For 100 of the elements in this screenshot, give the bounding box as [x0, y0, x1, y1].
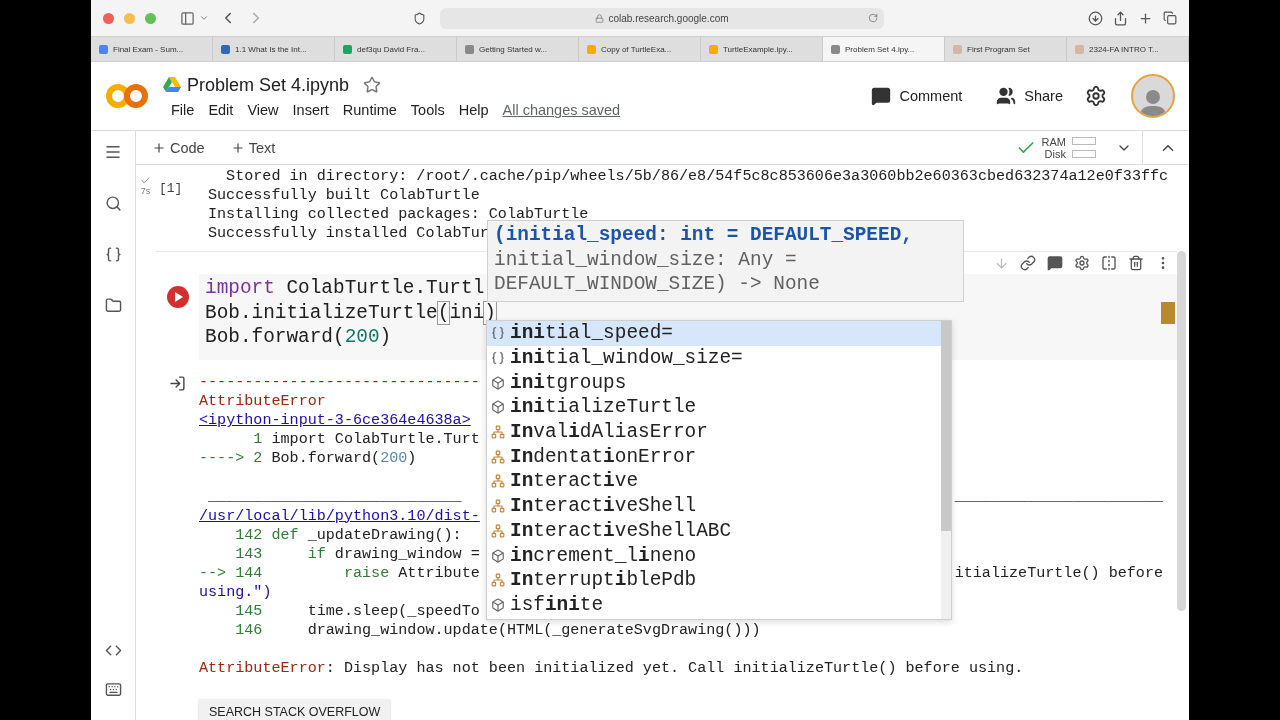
play-icon [172, 292, 183, 303]
folder-icon[interactable] [104, 297, 122, 314]
output-line: AttributeError [199, 391, 326, 412]
browser-tab[interactable]: Copy of TurtleExa... [579, 37, 701, 61]
browser-tab[interactable]: 1.1 What Is the Int... [213, 37, 335, 61]
menu-item[interactable]: Edit [208, 101, 234, 118]
output-line: Installing collected packages: ColabTurtle [208, 205, 589, 225]
tabs-overview-icon[interactable] [1163, 11, 1177, 25]
share-icon[interactable] [1113, 10, 1128, 26]
class-icon [491, 425, 505, 440]
scrollbar[interactable] [1177, 251, 1186, 611]
code-line: Bob.forward(200) [205, 325, 392, 350]
new-tab-icon[interactable] [1138, 10, 1153, 26]
output-line: ____________________________ [207, 487, 462, 507]
add-code-button[interactable]: Code [148, 137, 209, 158]
menu-item[interactable]: Insert [292, 101, 329, 118]
search-icon[interactable] [104, 195, 122, 212]
shield-icon[interactable] [413, 11, 426, 25]
browser-tab[interactable]: Getting Started w... [457, 37, 579, 61]
delete-icon[interactable] [1128, 255, 1144, 272]
output-icon[interactable] [169, 374, 186, 392]
search-stack-overflow-button[interactable]: SEARCH STACK OVERFLOW [199, 699, 391, 720]
output-line: Successfully installed ColabTur [208, 224, 489, 244]
comment-icon[interactable] [1047, 255, 1063, 272]
completion-item[interactable]: initgroups [487, 370, 941, 396]
variable-icon [491, 351, 505, 366]
ram-meter [1072, 137, 1096, 145]
tab-label: Copy of TurtleExa... [601, 44, 672, 54]
signature-active-line: (initial_speed: int = DEFAULT_SPEED, [494, 223, 914, 248]
table-of-contents-icon[interactable] [104, 143, 122, 161]
settings-icon[interactable] [1085, 85, 1107, 107]
output-line: using.") [199, 582, 272, 602]
completion-item[interactable]: increment_lineno [487, 543, 941, 568]
cube-icon [491, 597, 505, 612]
menu-item[interactable]: Help [458, 101, 489, 118]
settings-icon[interactable] [1074, 255, 1090, 272]
notebook-title[interactable]: Problem Set 4.ipynb [187, 74, 350, 96]
output-line: --> 144 raise Attribute [199, 563, 480, 583]
share-button[interactable]: Share [984, 82, 1075, 110]
cube-icon [491, 400, 505, 415]
tab-label: 2324-FA INTRO T... [1089, 44, 1159, 54]
output-line: Stored in directory: /root/.cache/pip/wheels/5b/86/e8/54f5c8c853606e3a3060bb2e60363cbed632374a12e0f33ffc [225, 167, 1169, 187]
colab-logo [105, 83, 149, 109]
completion-item[interactable]: IndentationError [487, 444, 941, 470]
class-icon [491, 449, 505, 464]
variables-icon[interactable] [104, 246, 122, 263]
link-icon[interactable] [1020, 255, 1036, 272]
save-status-link[interactable]: All changes saved [502, 101, 621, 118]
output-line: 143 if drawing_window = [234, 544, 480, 564]
code-line: import ColabTurtle.Turtl [205, 276, 485, 301]
browser-tab[interactable]: 2324-FA INTRO T... [1067, 37, 1189, 61]
download-icon[interactable] [1088, 10, 1103, 26]
output-line: 1 import ColabTurtle.Turt [252, 430, 480, 450]
run-button[interactable] [166, 286, 189, 309]
disk-meter [1072, 150, 1096, 158]
traceback-link[interactable]: /usr/local/lib/python3.10/dist- [199, 506, 480, 526]
completion-item[interactable]: isfinite [487, 592, 941, 618]
variable-icon [491, 326, 505, 341]
output-line: itializeTurtle() before [954, 563, 1163, 583]
browser-tab[interactable]: Final Exam - Sum... [91, 37, 213, 61]
completion-item[interactable]: InteractiveShellABC [487, 518, 941, 544]
completion-item[interactable]: InvalidAliasError [487, 419, 941, 445]
class-icon [491, 573, 505, 588]
avatar[interactable] [1131, 74, 1175, 118]
mirror-icon[interactable] [1101, 255, 1117, 272]
lock-icon [595, 13, 605, 23]
disk-label: Disk [1044, 147, 1066, 160]
menu-item[interactable]: File [171, 101, 195, 118]
keyboard-icon[interactable] [104, 681, 122, 698]
class-icon [491, 499, 505, 514]
browser-tab[interactable]: First Program Set [945, 37, 1067, 61]
comment-button[interactable]: Comment [859, 82, 975, 110]
plus-icon [152, 140, 166, 155]
address-field[interactable]: colab.research.google.com [440, 7, 884, 29]
browser-tab[interactable]: Problem Set 4.ipy... [823, 37, 945, 61]
browser-tab[interactable]: def3qu David Fra... [335, 37, 457, 61]
menu-item[interactable]: Runtime [342, 101, 397, 118]
tab-label: def3qu David Fra... [357, 44, 426, 54]
traceback-link[interactable]: <ipython-input-3-6ce364e4638a> [199, 411, 471, 431]
output-line: AttributeError: Display has not been initialized yet. Call initializeTurtle() before using. [199, 659, 1024, 679]
tab-label: Getting Started w... [479, 44, 548, 54]
completion-item[interactable]: Interactive [487, 469, 941, 494]
output-line: 142 def _updateDrawing(): [234, 525, 462, 545]
people-icon [996, 86, 1017, 106]
close-button[interactable] [103, 12, 114, 24]
scrollbar-thumb[interactable] [941, 321, 951, 531]
completion-item[interactable]: InterruptiblePdb [487, 567, 941, 593]
tab-label: Problem Set 4.ipy... [845, 44, 915, 54]
star-icon[interactable] [363, 76, 382, 94]
add-text-button[interactable]: Text [226, 137, 280, 158]
output-line: ------------------------------- [199, 372, 480, 392]
tab-label: 1.1 What Is the Int... [235, 44, 307, 54]
menu-item[interactable]: Tools [410, 101, 445, 118]
completion-item[interactable]: initializeTurtle [487, 395, 941, 420]
tab-label: First Program Set [967, 44, 1030, 54]
completion-item[interactable]: InteractiveShell [487, 493, 941, 519]
menu-item[interactable]: View [247, 101, 279, 118]
ram-label: RAM [1041, 135, 1066, 148]
sidebar-icon[interactable] [180, 10, 195, 26]
completion-item[interactable]: initial_speed= [487, 321, 941, 346]
